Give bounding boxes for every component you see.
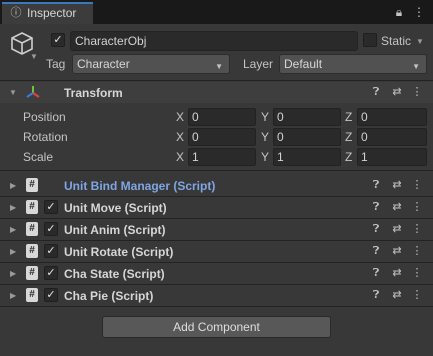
transform-title: Transform xyxy=(64,86,123,100)
foldout-collapsed-icon[interactable]: ▶ xyxy=(10,247,16,257)
z-axis-label[interactable]: Z xyxy=(345,130,352,144)
tab-inspector[interactable]: ⓘ Inspector xyxy=(2,2,93,24)
component-header[interactable]: ▶ # ✓ Unit Move (Script) ❓︎ ⇄ ⋮ xyxy=(0,197,433,218)
component-header[interactable]: ▶ # ✓ Cha State (Script) ❓︎ ⇄ ⋮ xyxy=(0,263,433,284)
object-name-field[interactable]: CharacterObj xyxy=(70,31,358,51)
transform-divider xyxy=(0,170,433,171)
chevron-down-icon: ▼ xyxy=(412,62,420,71)
chevron-down-icon: ▼ xyxy=(215,62,223,71)
y-value-field[interactable]: 0 xyxy=(273,108,341,126)
more-menu-icon[interactable]: ⋮ xyxy=(411,86,423,98)
x-axis-label[interactable]: X xyxy=(176,130,184,144)
component-title: Cha State (Script) xyxy=(64,267,165,281)
preset-icon[interactable]: ⇄ xyxy=(391,86,403,98)
transform-row-label: Scale xyxy=(23,150,54,164)
foldout-collapsed-icon[interactable]: ▶ xyxy=(10,269,16,279)
layer-dropdown[interactable]: Default ▼ xyxy=(279,54,427,74)
icon-dropdown-arrow-icon[interactable]: ▼ xyxy=(30,52,38,62)
component-title: Cha Pie (Script) xyxy=(64,289,154,303)
z-axis-label[interactable]: Z xyxy=(345,150,352,164)
preset-icon[interactable]: ⇄ xyxy=(391,245,403,257)
component-title: Unit Anim (Script) xyxy=(64,223,166,237)
enabled-checkbox[interactable]: ✓ xyxy=(44,288,58,302)
more-menu-icon[interactable]: ⋮ xyxy=(411,289,423,301)
more-menu-icon[interactable]: ⋮ xyxy=(411,245,423,257)
more-menu-icon[interactable]: ⋮ xyxy=(411,223,423,235)
foldout-expanded-icon[interactable]: ▼ xyxy=(9,88,17,98)
component-title: Unit Move (Script) xyxy=(64,201,167,215)
foldout-collapsed-icon[interactable]: ▶ xyxy=(10,291,16,301)
foldout-collapsed-icon[interactable]: ▶ xyxy=(10,203,16,213)
tag-label: Tag xyxy=(46,57,66,71)
script-icon: # xyxy=(26,244,38,258)
component-header[interactable]: ▶ # ✓ Cha Pie (Script) ❓︎ ⇄ ⋮ xyxy=(0,285,433,306)
script-icon: # xyxy=(26,178,38,192)
x-axis-label[interactable]: X xyxy=(176,110,184,124)
help-icon[interactable]: ❓︎ xyxy=(370,267,382,279)
component-header[interactable]: ▶ # Unit Bind Manager (Script) ❓︎ ⇄ ⋮ xyxy=(0,175,433,196)
y-value-field[interactable]: 0 xyxy=(273,128,341,146)
header-divider xyxy=(0,80,433,81)
x-value-field[interactable]: 0 xyxy=(188,128,256,146)
component-title: Unit Bind Manager (Script) xyxy=(64,179,216,193)
lock-icon[interactable]: 🔒︎ xyxy=(391,4,407,20)
add-component-button[interactable]: Add Component xyxy=(102,316,331,338)
script-icon: # xyxy=(26,266,38,280)
z-value-field[interactable]: 0 xyxy=(357,108,427,126)
script-icon: # xyxy=(26,288,38,302)
y-axis-label[interactable]: Y xyxy=(261,130,269,144)
help-icon[interactable]: ❓︎ xyxy=(370,289,382,301)
component-title: Unit Rotate (Script) xyxy=(64,245,174,259)
preset-icon[interactable]: ⇄ xyxy=(391,201,403,213)
tag-value: Character xyxy=(77,57,130,71)
preset-icon[interactable]: ⇄ xyxy=(391,179,403,191)
tab-bar: ⓘ Inspector 🔒︎ ⋮ xyxy=(0,0,433,24)
x-value-field[interactable]: 1 xyxy=(188,148,256,166)
x-axis-label[interactable]: X xyxy=(176,150,184,164)
layer-value: Default xyxy=(284,57,323,71)
help-icon[interactable]: ❓︎ xyxy=(370,223,382,235)
y-axis-label[interactable]: Y xyxy=(261,110,269,124)
enabled-checkbox[interactable]: ✓ xyxy=(44,222,58,236)
enabled-checkbox[interactable]: ✓ xyxy=(44,266,58,280)
static-label: Static xyxy=(381,34,412,48)
static-dropdown-icon[interactable]: ▼ xyxy=(416,37,424,47)
more-menu-icon[interactable]: ⋮ xyxy=(411,267,423,279)
preset-icon[interactable]: ⇄ xyxy=(391,289,403,301)
info-icon: ⓘ xyxy=(10,7,22,19)
help-icon[interactable]: ❓︎ xyxy=(370,201,382,213)
tag-dropdown[interactable]: Character ▼ xyxy=(72,54,230,74)
enabled-checkbox[interactable]: ✓ xyxy=(44,200,58,214)
transform-icon xyxy=(26,85,40,99)
component-header[interactable]: ▶ # ✓ Unit Rotate (Script) ❓︎ ⇄ ⋮ xyxy=(0,241,433,262)
help-icon[interactable]: ❓︎ xyxy=(370,86,382,98)
foldout-collapsed-icon[interactable]: ▶ xyxy=(10,225,16,235)
preset-icon[interactable]: ⇄ xyxy=(391,223,403,235)
active-checkbox[interactable]: ✓ xyxy=(51,33,65,47)
components-bottom-divider xyxy=(0,306,433,307)
transform-row-label: Rotation xyxy=(23,130,68,144)
layer-label: Layer xyxy=(243,57,274,71)
y-value-field[interactable]: 1 xyxy=(273,148,341,166)
static-checkbox[interactable] xyxy=(363,33,377,47)
x-value-field[interactable]: 0 xyxy=(188,108,256,126)
z-axis-label[interactable]: Z xyxy=(345,110,352,124)
preset-icon[interactable]: ⇄ xyxy=(391,267,403,279)
enabled-checkbox[interactable]: ✓ xyxy=(44,244,58,258)
help-icon[interactable]: ❓︎ xyxy=(370,179,382,191)
script-icon: # xyxy=(26,200,38,214)
more-menu-icon[interactable]: ⋮ xyxy=(411,4,427,20)
help-icon[interactable]: ❓︎ xyxy=(370,245,382,257)
component-header[interactable]: ▶ # ✓ Unit Anim (Script) ❓︎ ⇄ ⋮ xyxy=(0,219,433,240)
y-axis-label[interactable]: Y xyxy=(261,150,269,164)
more-menu-icon[interactable]: ⋮ xyxy=(411,179,423,191)
more-menu-icon[interactable]: ⋮ xyxy=(411,201,423,213)
z-value-field[interactable]: 0 xyxy=(357,128,427,146)
z-value-field[interactable]: 1 xyxy=(357,148,427,166)
tab-label: Inspector xyxy=(27,6,77,20)
transform-row-label: Position xyxy=(23,110,66,124)
script-icon: # xyxy=(26,222,38,236)
transform-header[interactable]: ▼ Transform ❓︎ ⇄ ⋮ xyxy=(0,82,433,103)
foldout-collapsed-icon[interactable]: ▶ xyxy=(10,181,16,191)
